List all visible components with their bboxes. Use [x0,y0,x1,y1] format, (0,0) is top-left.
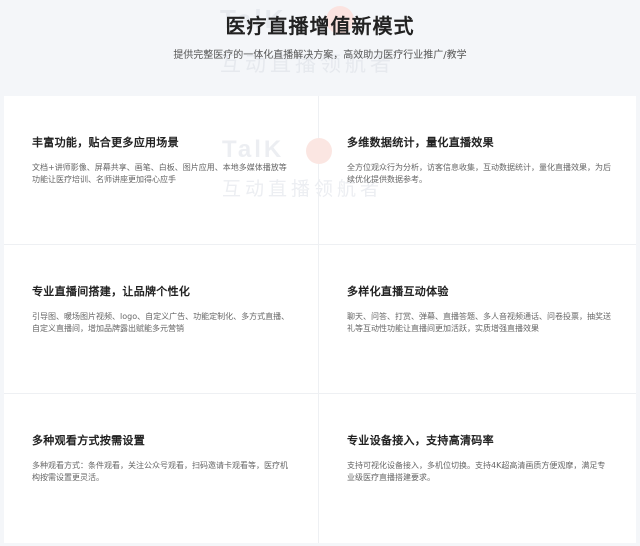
feature-title: 丰富功能，贴合更多应用场景 [32,136,179,149]
feature-description: 文档+讲师影像、屏幕共享、画笔、白板、图片应用、本地多媒体播放等功能让医疗培训、… [32,163,287,184]
feature-card-device-access: 专业设备接入，支持高清码率 支持可视化设备接入，多机位切换。支持4K超高清画质方… [319,394,636,543]
feature-description: 多种观看方式：条件观看，关注公众号观看，扫码邀请卡观看等，医疗机构按需设置更灵活… [32,461,288,482]
feature-description: 支持可视化设备接入，多机位切换。支持4K超高清画质方便观摩，满足专业级医疗直播搭… [347,461,606,482]
feature-description: 聊天、问答、打赏、弹幕、直播答题、多人音视频通话、问卷投票，抽奖送礼等互动性功能… [347,312,611,333]
feature-title: 多种观看方式按需设置 [32,434,145,447]
feature-title: 多维数据统计，量化直播效果 [347,136,494,149]
feature-grid: TalK 互动直播领航者 丰富功能，贴合更多应用场景 文档+讲师影像、屏幕共享、… [4,96,636,543]
feature-title: 多样化直播互动体验 [347,285,449,298]
feature-card-viewing-modes: 多种观看方式按需设置 多种观看方式：条件观看，关注公众号观看，扫码邀请卡观看等，… [4,394,319,543]
feature-description: 引导图、暖场图片视频、logo、自定义广告、功能定制化、多方式直播、自定义直播间… [32,312,290,333]
page-title: 医疗直播增值新模式 [225,14,415,38]
feature-title: 专业设备接入，支持高清码率 [347,434,494,447]
feature-card-studio-setup: 专业直播间搭建，让品牌个性化 引导图、暖场图片视频、logo、自定义广告、功能定… [4,245,319,394]
feature-card-data-statistics: 多维数据统计，量化直播效果 全方位观众行为分析，访客信息收集，互动数据统计，量化… [319,96,636,245]
feature-card-interaction: 多样化直播互动体验 聊天、问答、打赏、弹幕、直播答题、多人音视频通话、问卷投票，… [319,245,636,394]
feature-card-rich-functions: TalK 互动直播领航者 丰富功能，贴合更多应用场景 文档+讲师影像、屏幕共享、… [4,96,379,245]
feature-title: 专业直播间搭建，让品牌个性化 [32,285,191,298]
feature-description: 全方位观众行为分析，访客信息收集，互动数据统计，量化直播效果，为后续优化提供数据… [347,163,611,184]
header: TalK 互动直播领航者 医疗直播增值新模式 提供完整医疗的一体化直播解决方案，… [0,0,640,96]
page-subtitle: 提供完整医疗的一体化直播解决方案，高效助力医疗行业推广/教学 [173,50,467,61]
